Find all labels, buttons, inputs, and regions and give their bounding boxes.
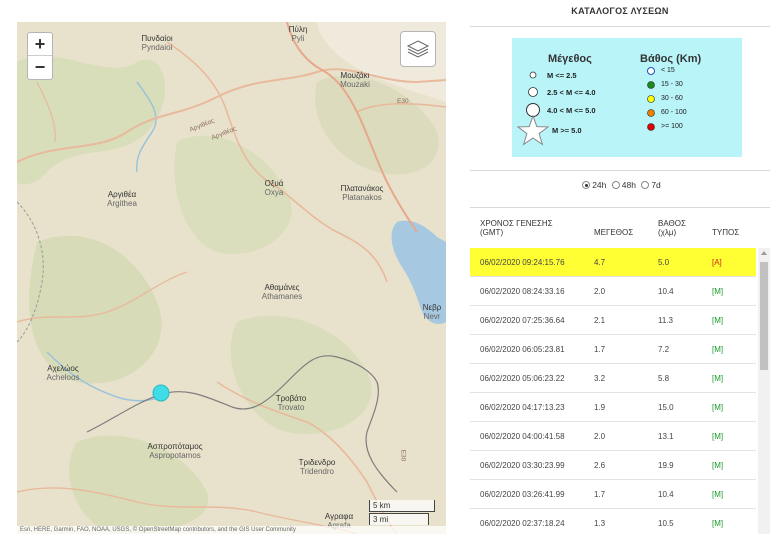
events-table: 06/02/2020 09:24:15.76 4.7 5.0 [A] 06/02/20… — [470, 248, 756, 534]
zoom-in-button[interactable]: + — [28, 33, 52, 56]
place-label: Νεβρ Nevr — [422, 303, 442, 321]
legend-symbols — [516, 67, 655, 146]
table-row[interactable]: 06/02/2020 04:00:41.58 2.0 13.1 [M] — [470, 422, 756, 451]
map-attribution: Esri, HERE, Garmin, FAO, NOAA, USGS, © O… — [17, 526, 446, 534]
place-label: Τροβάτο Trovato — [275, 394, 307, 412]
place-label: Αργιθέα Argithea — [107, 190, 137, 208]
zoom-control: + − — [27, 32, 53, 80]
table-row[interactable]: 06/02/2020 04:17:13.23 1.9 15.0 [M] — [470, 393, 756, 422]
scrollbar-thumb[interactable] — [760, 262, 768, 370]
legend-magnitude-item: M <= 2.5 — [547, 71, 577, 80]
earthquake-marker[interactable] — [152, 384, 170, 402]
map-scale: 5 km 3 mi — [369, 500, 435, 526]
legend-box: Μέγεθος Βάθος (Km) M <= 2.5 2.5 < M <= 4… — [512, 38, 742, 157]
place-label: Αχελώος Acheloos — [46, 364, 80, 382]
legend-depth-item: >= 100 — [661, 123, 683, 130]
radio-label: 48h — [621, 180, 636, 190]
table-row[interactable]: 06/02/2020 08:24:33.16 2.0 10.4 [M] — [470, 277, 756, 306]
radio-24h[interactable] — [582, 181, 591, 189]
radio-7d[interactable] — [641, 181, 650, 189]
legend-depth-item: 30 - 60 — [661, 95, 683, 102]
place-label: Οξυά Oxya — [264, 179, 284, 197]
table-row[interactable]: 06/02/2020 03:26:41.99 1.7 10.4 [M] — [470, 480, 756, 509]
road-label: Ε30 — [399, 449, 407, 462]
divider — [470, 207, 770, 208]
place-label: Αθαμάνες Athamanes — [261, 283, 303, 301]
panel-title: ΚΑΤΑΛΟΓΟΣ ΛΥΣΕΩΝ — [571, 6, 669, 16]
legend-depth-item: 15 - 30 — [661, 81, 683, 88]
divider — [470, 26, 770, 27]
legend-depth-item: 60 - 100 — [661, 109, 687, 116]
layers-button[interactable] — [400, 31, 436, 67]
radio-label: 7d — [651, 180, 661, 190]
zoom-out-button[interactable]: − — [28, 56, 52, 79]
place-label: Πλατανάκος Platanakos — [340, 184, 384, 202]
table-row[interactable]: 06/02/2020 03:30:23.99 2.6 19.9 [M] — [470, 451, 756, 480]
table-header: ΧΡΟΝΟΣ ΓΕΝΕΣΗΣ (GMT) ΜΕΓΕΘΟΣ ΒΑΘΟΣ (χλμ) Τ… — [470, 216, 760, 246]
legend-magnitude-item: 2.5 < M <= 4.0 — [547, 88, 596, 97]
app-root: Πυνδαίοι Pyndaioi Πύλη Pyli Μουζάκι Mouzaki… — [0, 0, 784, 534]
header-type: ΤΥΠΟΣ — [712, 228, 740, 237]
radio-label: 24h — [592, 180, 607, 190]
time-range-selector: 24h 48h 7d — [470, 180, 770, 190]
map-base — [17, 22, 446, 534]
place-label: Πύλη Pyli — [288, 25, 308, 43]
table-row[interactable]: 06/02/2020 02:37:18.24 1.3 10.5 [M] — [470, 509, 756, 534]
place-label: Πυνδαίοι Pyndaioi — [141, 34, 173, 52]
radio-48h[interactable] — [611, 181, 620, 189]
table-row[interactable]: 06/02/2020 05:06:23.22 3.2 5.8 [M] — [470, 364, 756, 393]
map-view[interactable]: Πυνδαίοι Pyndaioi Πύλη Pyli Μουζάκι Mouzaki… — [17, 22, 446, 534]
table-row[interactable]: 06/02/2020 07:25:36.64 2.1 11.3 [M] — [470, 306, 756, 335]
header-time: ΧΡΟΝΟΣ ΓΕΝΕΣΗΣ (GMT) — [480, 219, 553, 237]
scroll-up-icon[interactable] — [761, 251, 767, 255]
header-depth: ΒΑΘΟΣ (χλμ) — [658, 219, 686, 237]
table-row[interactable]: 06/02/2020 09:24:15.76 4.7 5.0 [A] — [470, 248, 756, 277]
road-label: Ε30 — [397, 98, 409, 105]
legend-depth-item: < 15 — [661, 67, 675, 74]
divider — [470, 170, 770, 171]
place-label: Ασπροπόταμος Aspropotamos — [147, 442, 203, 460]
table-scrollbar[interactable] — [758, 248, 770, 534]
header-magnitude: ΜΕΓΕΘΟΣ — [594, 228, 634, 237]
legend-magnitude-item: M >= 5.0 — [552, 126, 582, 135]
place-label: Τριδενδρο Tridendro — [298, 458, 336, 476]
legend-magnitude-item: 4.0 < M <= 5.0 — [547, 106, 596, 115]
place-label: Μουζάκι Mouzaki — [340, 71, 370, 89]
table-row[interactable]: 06/02/2020 06:05:23.81 1.7 7.2 [M] — [470, 335, 756, 364]
layers-icon — [406, 40, 430, 58]
